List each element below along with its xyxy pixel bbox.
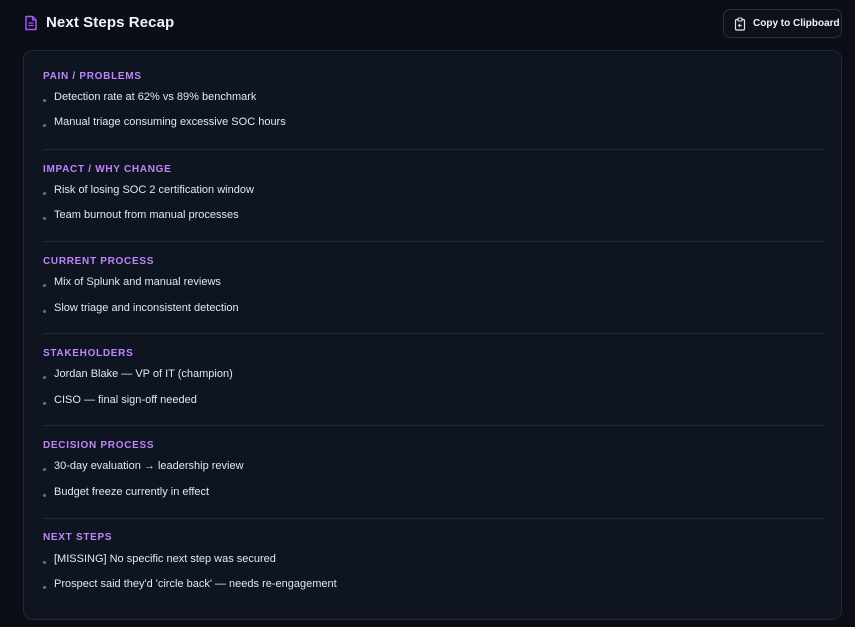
bullet-icon [43, 494, 46, 497]
list-item-text: Manual triage consuming excessive SOC ho… [54, 116, 286, 128]
list-item-text: Risk of losing SOC 2 certification windo… [54, 184, 254, 196]
header: Next Steps Recap Copy to Clipboard [0, 0, 855, 48]
bullet-icon [43, 468, 46, 471]
bullet-icon [43, 192, 46, 195]
bullet-icon [43, 217, 46, 220]
copy-to-clipboard-label: Copy to Clipboard [753, 18, 840, 29]
bullet-icon [43, 376, 46, 379]
bullet-icon [43, 586, 46, 589]
section-title: NEXT STEPS [43, 532, 113, 543]
section-title: STAKEHOLDERS [43, 348, 134, 359]
bullet-icon [43, 402, 46, 405]
list-item-text: Detection rate at 62% vs 89% benchmark [54, 91, 257, 103]
bullet-icon [43, 561, 46, 564]
list-item-text: Budget freeze currently in effect [54, 486, 210, 498]
section-title: DECISION PROCESS [43, 440, 155, 451]
document-icon [25, 15, 37, 31]
bullet-icon [43, 284, 46, 287]
bullet-icon [43, 99, 46, 102]
list-item-text: Prospect said they'd 'circle back' — nee… [54, 578, 337, 590]
list-item-text: Mix of Splunk and manual reviews [54, 276, 221, 288]
recap-card: PAIN / PROBLEMS Detection rate at 62% vs… [23, 50, 842, 620]
list-item-text: Jordan Blake — VP of IT (champion) [54, 368, 233, 380]
divider [43, 149, 823, 150]
clipboard-icon [734, 16, 746, 31]
divider [43, 518, 823, 519]
divider [43, 333, 823, 334]
copy-to-clipboard-button[interactable]: Copy to Clipboard [723, 9, 842, 38]
bullet-icon [43, 124, 46, 127]
list-item-text: Slow triage and inconsistent detection [54, 302, 239, 314]
list-item-text: [MISSING] No specific next step was secu… [54, 553, 276, 565]
divider [43, 241, 823, 242]
list-item-text: CISO — final sign-off needed [54, 394, 197, 406]
list-item-text: 30-day evaluation → leadership review [54, 460, 244, 472]
divider [43, 425, 823, 426]
recap-page: Next Steps Recap Copy to Clipboard PAIN … [0, 0, 855, 627]
list-item-text: Team burnout from manual processes [54, 209, 239, 221]
bullet-icon [43, 310, 46, 313]
section-title: PAIN / PROBLEMS [43, 71, 142, 82]
page-title: Next Steps Recap [46, 14, 175, 31]
section-title: IMPACT / WHY CHANGE [43, 164, 172, 175]
section-title: CURRENT PROCESS [43, 256, 155, 267]
